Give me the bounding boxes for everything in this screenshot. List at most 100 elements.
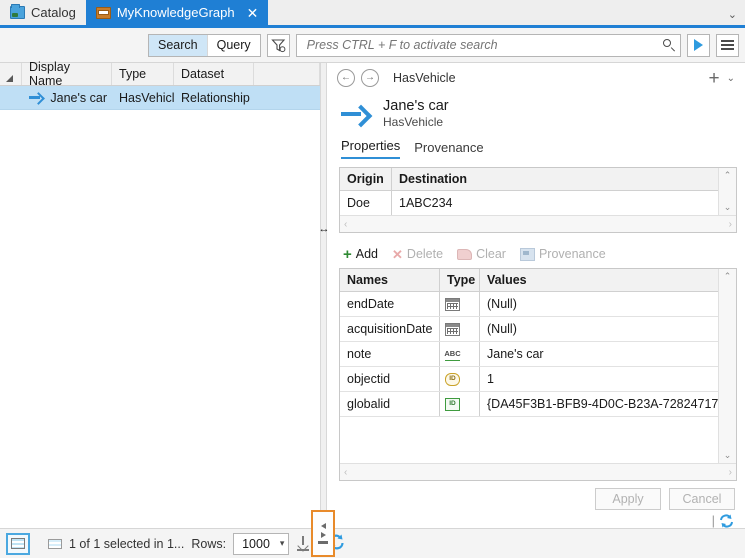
results-grid-panel: Display Name Type Dataset Jane's car Has…	[0, 60, 320, 528]
cancel-button[interactable]: Cancel	[669, 488, 735, 510]
clear-button[interactable]: Clear	[457, 247, 506, 261]
plus-icon[interactable]: +	[709, 69, 720, 88]
right-triangle-icon[interactable]	[320, 532, 326, 539]
bar-icon[interactable]	[318, 541, 328, 544]
details-tabs: Properties Provenance	[327, 132, 745, 160]
forward-icon[interactable]: →	[361, 69, 379, 87]
breadcrumb-label: HasVehicle	[393, 71, 456, 85]
scroll-right-icon[interactable]: ›	[729, 467, 732, 478]
table-row[interactable]: objectid ID 1	[340, 367, 718, 393]
origin-destination-vertical-scrollbar[interactable]: ⌃ ⌄	[718, 168, 736, 216]
panel-splitter[interactable]: ↔	[319, 63, 330, 528]
chevron-down-icon[interactable]: ⌄	[727, 73, 735, 84]
cell-value[interactable]: 1	[480, 367, 718, 391]
rows-dropdown[interactable]: 1000 ▾	[233, 532, 290, 555]
column-header-names[interactable]: Names	[340, 269, 440, 292]
column-header-origin[interactable]: Origin	[340, 168, 392, 191]
download-icon[interactable]	[296, 536, 310, 551]
refresh-icon[interactable]	[719, 513, 734, 528]
details-body: Origin Destination Doe 1ABC234 ⌃ ⌄ ‹ › +…	[327, 159, 745, 528]
catalog-icon	[10, 4, 25, 19]
column-header-display-name[interactable]: Display Name	[22, 60, 112, 88]
tab-catalog-label: Catalog	[31, 5, 76, 20]
table-row[interactable]: endDate (Null)	[340, 292, 718, 318]
column-header-values[interactable]: Values	[480, 269, 718, 291]
relationship-arrow-icon	[29, 92, 44, 103]
list-view-icon	[48, 538, 62, 549]
table-view-button[interactable]	[6, 532, 30, 555]
cell-value[interactable]: {DA45F3B1-BFB9-4D0C-B23A-728247179F4F}	[480, 392, 718, 416]
scroll-right-icon[interactable]: ›	[729, 219, 732, 230]
row-selector[interactable]	[0, 86, 22, 109]
tab-catalog[interactable]: Catalog	[0, 0, 86, 25]
chevron-down-icon[interactable]: ⌄	[728, 8, 737, 21]
search-menu-button[interactable]	[716, 33, 739, 57]
table-row[interactable]: note ABC Jane's car	[340, 342, 718, 368]
origin-destination-header: Origin Destination	[340, 168, 718, 192]
tab-myknowledgegraph[interactable]: MyKnowledgeGraph ✕	[85, 0, 269, 25]
scroll-down-icon[interactable]: ⌄	[724, 450, 732, 461]
cell-type: ID	[440, 392, 480, 417]
table-row[interactable]: acquisitionDate (Null)	[340, 317, 718, 343]
select-all-corner[interactable]	[0, 63, 22, 85]
properties-empty-area	[340, 417, 718, 463]
column-header-destination[interactable]: Destination	[392, 168, 718, 190]
properties-header: Names Type Values	[340, 269, 718, 293]
table-row[interactable]: globalid ID {DA45F3B1-BFB9-4D0C-B23A-728…	[340, 392, 718, 418]
scroll-up-icon[interactable]: ⌃	[724, 170, 732, 181]
run-search-button[interactable]	[687, 33, 710, 57]
objectid-type-icon: ID	[445, 372, 460, 386]
back-icon[interactable]: ←	[337, 69, 355, 87]
splitter-collapse-control[interactable]	[311, 510, 335, 557]
origin-destination-horizontal-scrollbar[interactable]: ‹ ›	[340, 215, 736, 233]
column-header-dataset[interactable]: Dataset	[174, 63, 254, 85]
column-header-blank[interactable]	[254, 63, 320, 85]
scroll-down-icon[interactable]: ⌄	[724, 202, 732, 213]
table-row[interactable]: Jane's car HasVehicle Relationship	[0, 86, 320, 110]
properties-vertical-scrollbar[interactable]: ⌃ ⌄	[718, 269, 736, 463]
left-triangle-icon[interactable]	[320, 523, 326, 530]
cell-type: HasVehicle	[119, 90, 174, 105]
search-input[interactable]	[304, 37, 662, 53]
table-row[interactable]: Doe 1ABC234	[340, 191, 718, 216]
apply-button[interactable]: Apply	[595, 488, 661, 510]
close-icon[interactable]: ✕	[247, 6, 259, 20]
cell-type	[440, 317, 480, 342]
add-button[interactable]: + Add	[343, 247, 378, 262]
provenance-button[interactable]: Provenance	[519, 247, 606, 262]
properties-horizontal-scrollbar[interactable]: ‹ ›	[340, 463, 736, 480]
cell-value[interactable]: (Null)	[480, 292, 718, 316]
tab-provenance[interactable]: Provenance	[414, 140, 483, 159]
delete-button[interactable]: ✕ Delete	[392, 247, 443, 261]
splitter-grip-icon[interactable]: ↔	[312, 223, 335, 235]
filter-button[interactable]	[266, 33, 290, 57]
delete-x-icon: ✕	[392, 246, 403, 262]
eraser-icon	[457, 248, 473, 260]
search-icon[interactable]	[662, 38, 676, 52]
rows-label: Rows:	[191, 536, 227, 551]
list-view-button[interactable]	[48, 538, 62, 549]
search-toolbar: Search Query	[0, 28, 745, 63]
cell-value[interactable]: (Null)	[480, 317, 718, 341]
text-type-icon: ABC	[444, 348, 461, 361]
search-mode-button[interactable]: Search	[149, 34, 207, 56]
apply-cancel-row: Apply Cancel	[339, 481, 737, 513]
cell-display-name-label: Jane's car	[50, 90, 107, 105]
column-header-type[interactable]: Type	[440, 269, 480, 292]
column-header-type[interactable]: Type	[112, 63, 174, 85]
search-input-wrapper[interactable]	[295, 33, 681, 57]
cell-display-name[interactable]: Jane's car	[22, 86, 112, 109]
scroll-left-icon[interactable]: ‹	[344, 467, 347, 478]
provenance-button-label: Provenance	[538, 247, 606, 262]
cell-type: ID	[440, 367, 480, 392]
query-mode-button[interactable]: Query	[206, 34, 260, 56]
cell-origin: Doe	[340, 191, 392, 216]
scroll-left-icon[interactable]: ‹	[344, 219, 347, 230]
tab-properties[interactable]: Properties	[341, 138, 401, 160]
results-grid-header: Display Name Type Dataset	[0, 60, 320, 88]
add-button-label: Add	[355, 247, 379, 262]
chevron-down-icon[interactable]: ▾	[280, 538, 285, 549]
tab-myknowledgegraph-label: MyKnowledgeGraph	[116, 5, 235, 20]
cell-value[interactable]: Jane's car	[480, 342, 718, 366]
scroll-up-icon[interactable]: ⌃	[724, 271, 732, 282]
